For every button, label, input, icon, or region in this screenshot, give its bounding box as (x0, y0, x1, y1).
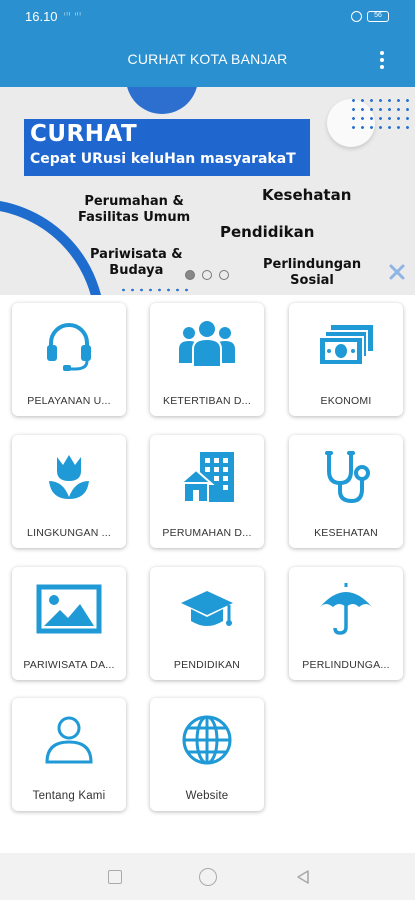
more-vert-icon[interactable] (379, 51, 385, 71)
banner-label: Pendidikan (220, 223, 315, 241)
headset-icon (47, 323, 91, 371)
home-building-icon (178, 452, 234, 503)
globe-icon (182, 715, 232, 765)
battery-icon: 56 (367, 11, 389, 22)
group-icon (179, 321, 235, 368)
menu-tile-label: KESEHATAN (314, 527, 378, 539)
menu-tile-ketertiban[interactable]: KETERTIBAN D... (150, 303, 264, 416)
status-bar: 16.10 ⁱˡˡ ⁱˡˡ 56 (0, 0, 415, 34)
app-title: CURHAT KOTA BANJAR (127, 51, 288, 67)
landscape-icon (36, 584, 102, 634)
menu-tile-label: EKONOMI (320, 395, 372, 407)
menu-tile-website[interactable]: Website (150, 698, 264, 811)
graduation-cap-icon (181, 591, 233, 626)
banner-label: Perumahan & Fasilitas Umum (78, 194, 191, 225)
menu-tile-label: PERLINDUNGA... (302, 659, 390, 671)
menu-tile-label: PARIWISATA DA... (23, 659, 115, 671)
umbrella-icon (320, 583, 372, 635)
menu-tile-label: Tentang Kami (32, 790, 106, 802)
money-icon (318, 325, 373, 366)
menu-tile-pelayanan-umum[interactable]: PELAYANAN U... (12, 303, 126, 416)
menu-tile-label: PENDIDIKAN (173, 659, 241, 671)
signal-icon: ⁱˡˡ ⁱˡˡ (64, 11, 82, 20)
home-icon[interactable] (199, 868, 217, 886)
flower-icon (49, 455, 89, 499)
menu-tile-label: PERUMAHAN D... (162, 527, 252, 539)
close-icon[interactable] (387, 262, 407, 282)
banner-decoration-circle (126, 87, 198, 114)
banner-title: CURHAT (30, 121, 138, 147)
banner-label: Pariwisata & Budaya (90, 247, 183, 278)
menu-tile-pendidikan[interactable]: PENDIDIKAN (150, 567, 264, 680)
menu-tile-lingkungan[interactable]: LINGKUNGAN ... (12, 435, 126, 548)
banner-headline-box: CURHAT Cepat URusi keluHan masyarakaT (24, 119, 310, 176)
banner-subtitle: Cepat URusi keluHan masyarakaT (30, 151, 296, 167)
status-time: 16.10 (25, 9, 58, 24)
menu-tile-pariwisata[interactable]: PARIWISATA DA... (12, 567, 126, 680)
menu-tile-perlindungan[interactable]: PERLINDUNGA... (289, 567, 403, 680)
carousel-indicator[interactable] (202, 270, 212, 280)
menu-tile-tentang-kami[interactable]: Tentang Kami (12, 698, 126, 811)
banner-label: Perlindungan Sosial (263, 257, 362, 288)
stethoscope-icon (325, 451, 370, 504)
person-icon (45, 716, 93, 764)
menu-tile-label: PELAYANAN U... (27, 395, 111, 407)
carousel-indicator[interactable] (219, 270, 229, 280)
recent-apps-icon[interactable] (108, 870, 122, 884)
app-bar: CURHAT KOTA BANJAR (0, 34, 415, 87)
menu-tile-label: Website (185, 790, 229, 802)
banner-carousel[interactable]: CURHAT Cepat URusi keluHan masyarakaT Pe… (0, 87, 415, 295)
banner-label: Kesehatan (262, 186, 352, 204)
menu-tile-label: LINGKUNGAN ... (27, 527, 111, 539)
menu-tile-label: KETERTIBAN D... (163, 395, 251, 407)
menu-tile-ekonomi[interactable]: EKONOMI (289, 303, 403, 416)
back-icon[interactable] (296, 869, 310, 885)
carousel-indicator[interactable] (185, 270, 195, 280)
menu-tile-perumahan[interactable]: PERUMAHAN D... (150, 435, 264, 548)
banner-decoration-dots (349, 96, 415, 130)
system-nav-bar (0, 853, 415, 900)
banner-decoration-dots (119, 286, 191, 294)
alarm-icon (351, 11, 362, 22)
menu-tile-kesehatan[interactable]: KESEHATAN (289, 435, 403, 548)
